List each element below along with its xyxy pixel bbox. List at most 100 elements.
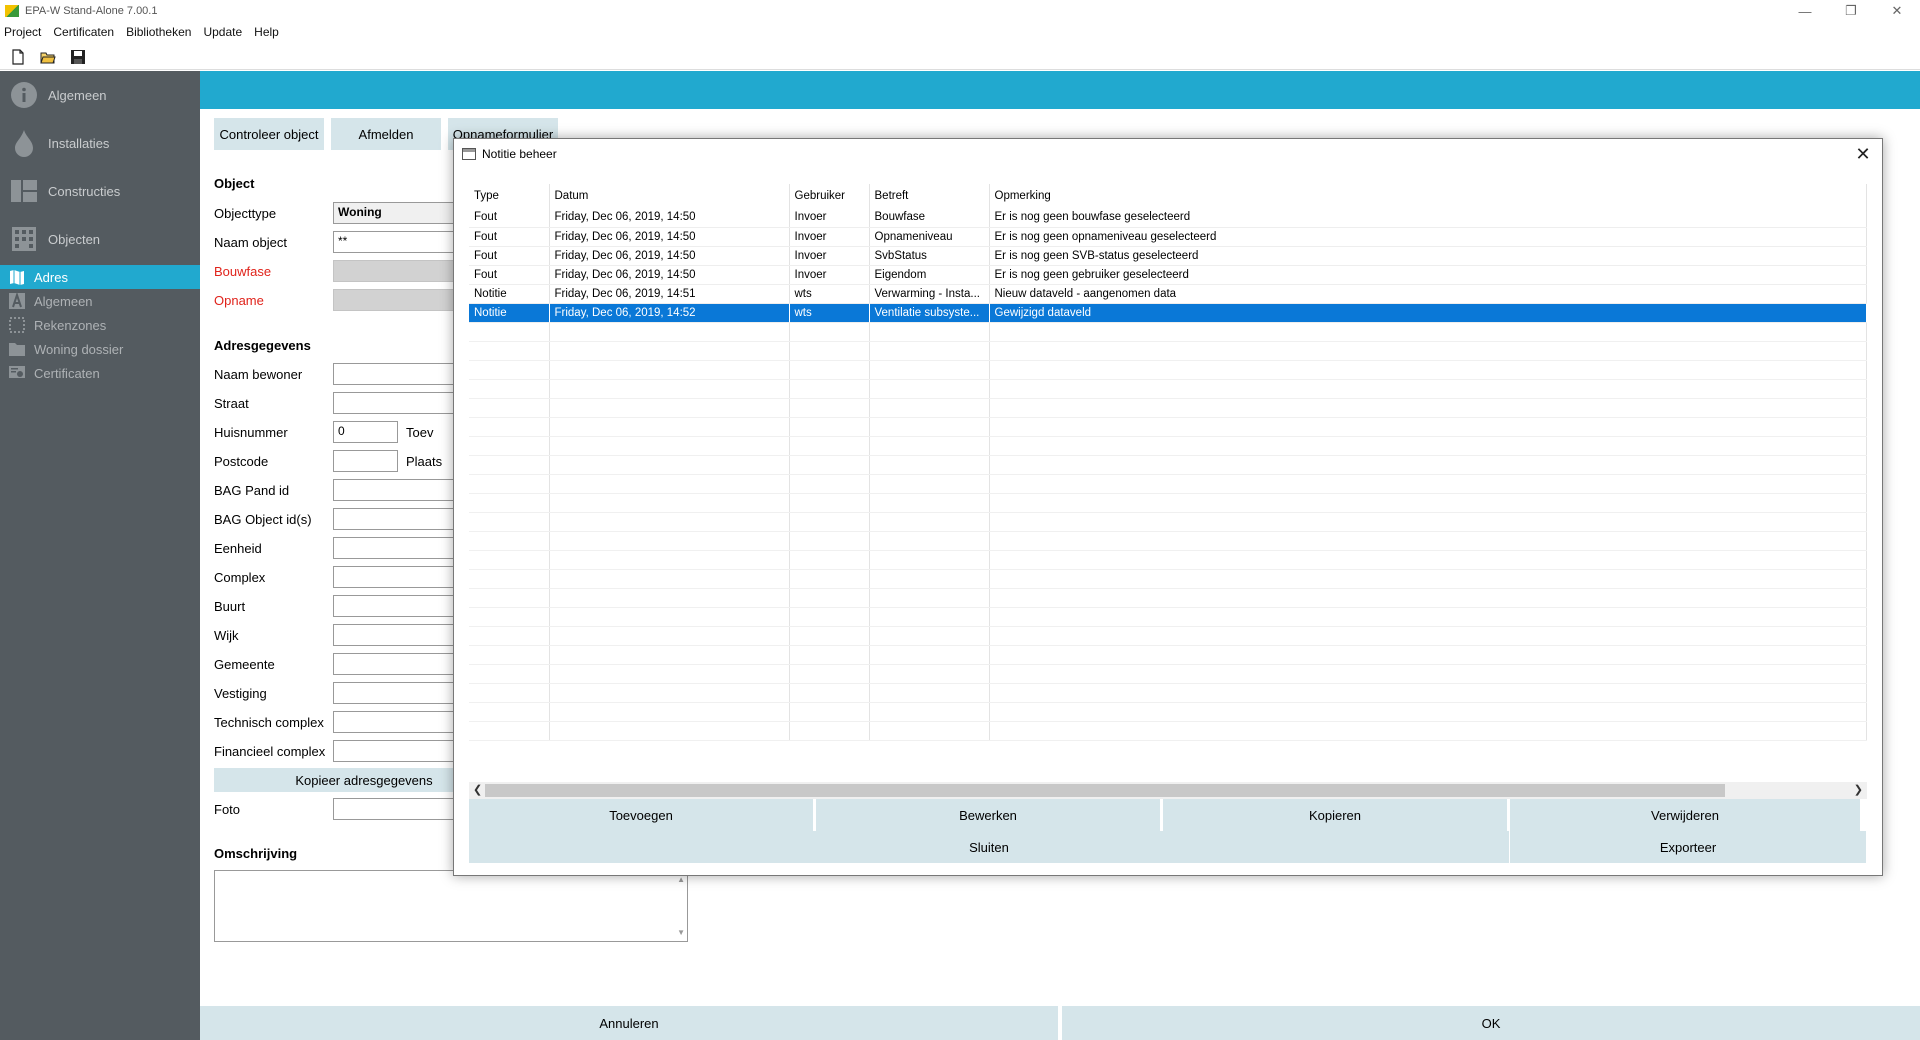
gemeente-field[interactable] (333, 653, 463, 675)
empty-cell (469, 322, 550, 342)
empty-row (469, 398, 1867, 418)
menu-certificaten[interactable]: Certificaten (53, 25, 114, 39)
empty-cell (789, 341, 870, 361)
scroll-up-icon[interactable]: ▲ (677, 875, 685, 884)
sidebar-item-rekenzones[interactable]: Rekenzones (0, 313, 200, 337)
empty-cell (869, 493, 990, 513)
close-icon[interactable]: ✕ (1848, 139, 1878, 169)
opname-select[interactable] (333, 289, 463, 311)
cell-betreft: Ventilatie subsyste... (869, 303, 990, 323)
bag-pand-id-field[interactable] (333, 479, 463, 501)
exporteer-button[interactable]: Exporteer (1510, 831, 1866, 863)
empty-cell (989, 493, 1867, 513)
bouwfase-select[interactable] (333, 260, 463, 282)
naam-object-field[interactable]: ** (333, 231, 463, 253)
sidebar-item-adres[interactable]: Adres (0, 265, 200, 289)
table-row[interactable]: Fout Friday, Dec 06, 2019, 14:50 Invoer … (469, 246, 1867, 266)
kopieer-adresgegevens-button[interactable]: Kopieer adresgegevens (214, 768, 454, 792)
complex-field[interactable] (333, 566, 463, 588)
column-header-type[interactable]: Type (469, 184, 550, 208)
verwijderen-button[interactable]: Verwijderen (1510, 799, 1860, 831)
ok-button[interactable]: OK (1062, 1006, 1920, 1040)
column-header-betreft[interactable]: Betreft (869, 184, 990, 208)
empty-cell (989, 322, 1867, 342)
kopieren-button[interactable]: Kopieren (1163, 799, 1507, 831)
empty-cell (989, 417, 1867, 437)
menu-update[interactable]: Update (203, 25, 242, 39)
column-header-opmerking[interactable]: Opmerking (989, 184, 1867, 208)
empty-cell (549, 550, 790, 570)
close-window-button[interactable]: ✕ (1874, 0, 1920, 22)
sidebar-item-woning-dossier[interactable]: Woning dossier (0, 337, 200, 361)
open-folder-icon[interactable] (40, 49, 56, 65)
table-row-selected[interactable]: Notitie Friday, Dec 06, 2019, 14:52 wts … (469, 303, 1867, 323)
empty-cell (469, 702, 550, 722)
sidebar-item-algemeen-sub[interactable]: Algemeen (0, 289, 200, 313)
bewerken-button[interactable]: Bewerken (816, 799, 1160, 831)
controleer-object-button[interactable]: Controleer object (214, 118, 324, 150)
menu-bibliotheken[interactable]: Bibliotheken (126, 25, 191, 39)
table-row[interactable]: Fout Friday, Dec 06, 2019, 14:50 Invoer … (469, 208, 1867, 228)
menu-project[interactable]: Project (4, 25, 41, 39)
annuleren-button[interactable]: Annuleren (200, 1006, 1058, 1040)
restore-button[interactable]: ❐ (1828, 0, 1874, 22)
omschrijving-textarea[interactable]: ▲ ▼ (214, 870, 688, 942)
sidebar-item-label: Rekenzones (34, 317, 107, 333)
sidebar-item-constructies[interactable]: Constructies (0, 167, 200, 215)
horizontal-scrollbar[interactable]: ❮ ❯ (469, 782, 1867, 799)
cell-datum: Friday, Dec 06, 2019, 14:50 (549, 227, 790, 247)
naam-bewoner-label: Naam bewoner (214, 367, 303, 382)
scroll-down-icon[interactable]: ▼ (677, 928, 685, 937)
table-row[interactable]: Fout Friday, Dec 06, 2019, 14:50 Invoer … (469, 227, 1867, 247)
empty-cell (789, 322, 870, 342)
eenheid-field[interactable] (333, 537, 463, 559)
empty-cell (989, 683, 1867, 703)
menu-help[interactable]: Help (254, 25, 279, 39)
financieel-complex-field[interactable] (333, 740, 463, 762)
sidebar-item-label: Certificaten (34, 365, 100, 381)
huisnummer-field[interactable]: 0 (333, 421, 398, 443)
adresgegevens-heading: Adresgegevens (214, 338, 311, 353)
table-row[interactable]: Notitie Friday, Dec 06, 2019, 14:51 wts … (469, 284, 1867, 304)
table-row[interactable]: Fout Friday, Dec 06, 2019, 14:50 Invoer … (469, 265, 1867, 285)
empty-cell (549, 607, 790, 627)
cell-gebruiker: Invoer (789, 246, 870, 266)
empty-cell (869, 436, 990, 456)
cell-datum: Friday, Dec 06, 2019, 14:50 (549, 265, 790, 285)
foto-field[interactable] (333, 798, 463, 820)
sluiten-button[interactable]: Sluiten (469, 831, 1509, 863)
naam-bewoner-field[interactable] (333, 363, 463, 385)
objecttype-select[interactable]: Woning (333, 202, 463, 224)
sidebar-item-installaties[interactable]: Installaties (0, 119, 200, 167)
wijk-label: Wijk (214, 628, 239, 643)
vestiging-field[interactable] (333, 682, 463, 704)
empty-cell (789, 607, 870, 627)
cell-type: Notitie (469, 303, 550, 323)
straat-field[interactable] (333, 392, 463, 414)
empty-cell (549, 569, 790, 589)
toevoegen-button[interactable]: Toevoegen (469, 799, 813, 831)
empty-cell (469, 417, 550, 437)
scroll-right-icon[interactable]: ❯ (1854, 783, 1863, 796)
technisch-complex-field[interactable] (333, 711, 463, 733)
empty-row (469, 379, 1867, 399)
column-header-gebruiker[interactable]: Gebruiker (789, 184, 870, 208)
wijk-field[interactable] (333, 624, 463, 646)
save-icon[interactable] (70, 49, 86, 65)
empty-cell (989, 398, 1867, 418)
sidebar-item-objecten[interactable]: Objecten (0, 215, 200, 263)
empty-cell (989, 588, 1867, 608)
scrollbar-thumb[interactable] (485, 784, 1725, 797)
empty-cell (869, 569, 990, 589)
minimize-button[interactable]: — (1782, 0, 1828, 22)
buurt-field[interactable] (333, 595, 463, 617)
column-header-datum[interactable]: Datum (549, 184, 790, 208)
empty-cell (869, 645, 990, 665)
scroll-left-icon[interactable]: ❮ (473, 783, 482, 796)
bag-object-ids-field[interactable] (333, 508, 463, 530)
sidebar-item-algemeen[interactable]: Algemeen (0, 71, 200, 119)
new-file-icon[interactable] (10, 48, 26, 65)
sidebar-item-certificaten[interactable]: Certificaten (0, 361, 200, 385)
afmelden-button[interactable]: Afmelden (331, 118, 441, 150)
postcode-field[interactable] (333, 450, 398, 472)
